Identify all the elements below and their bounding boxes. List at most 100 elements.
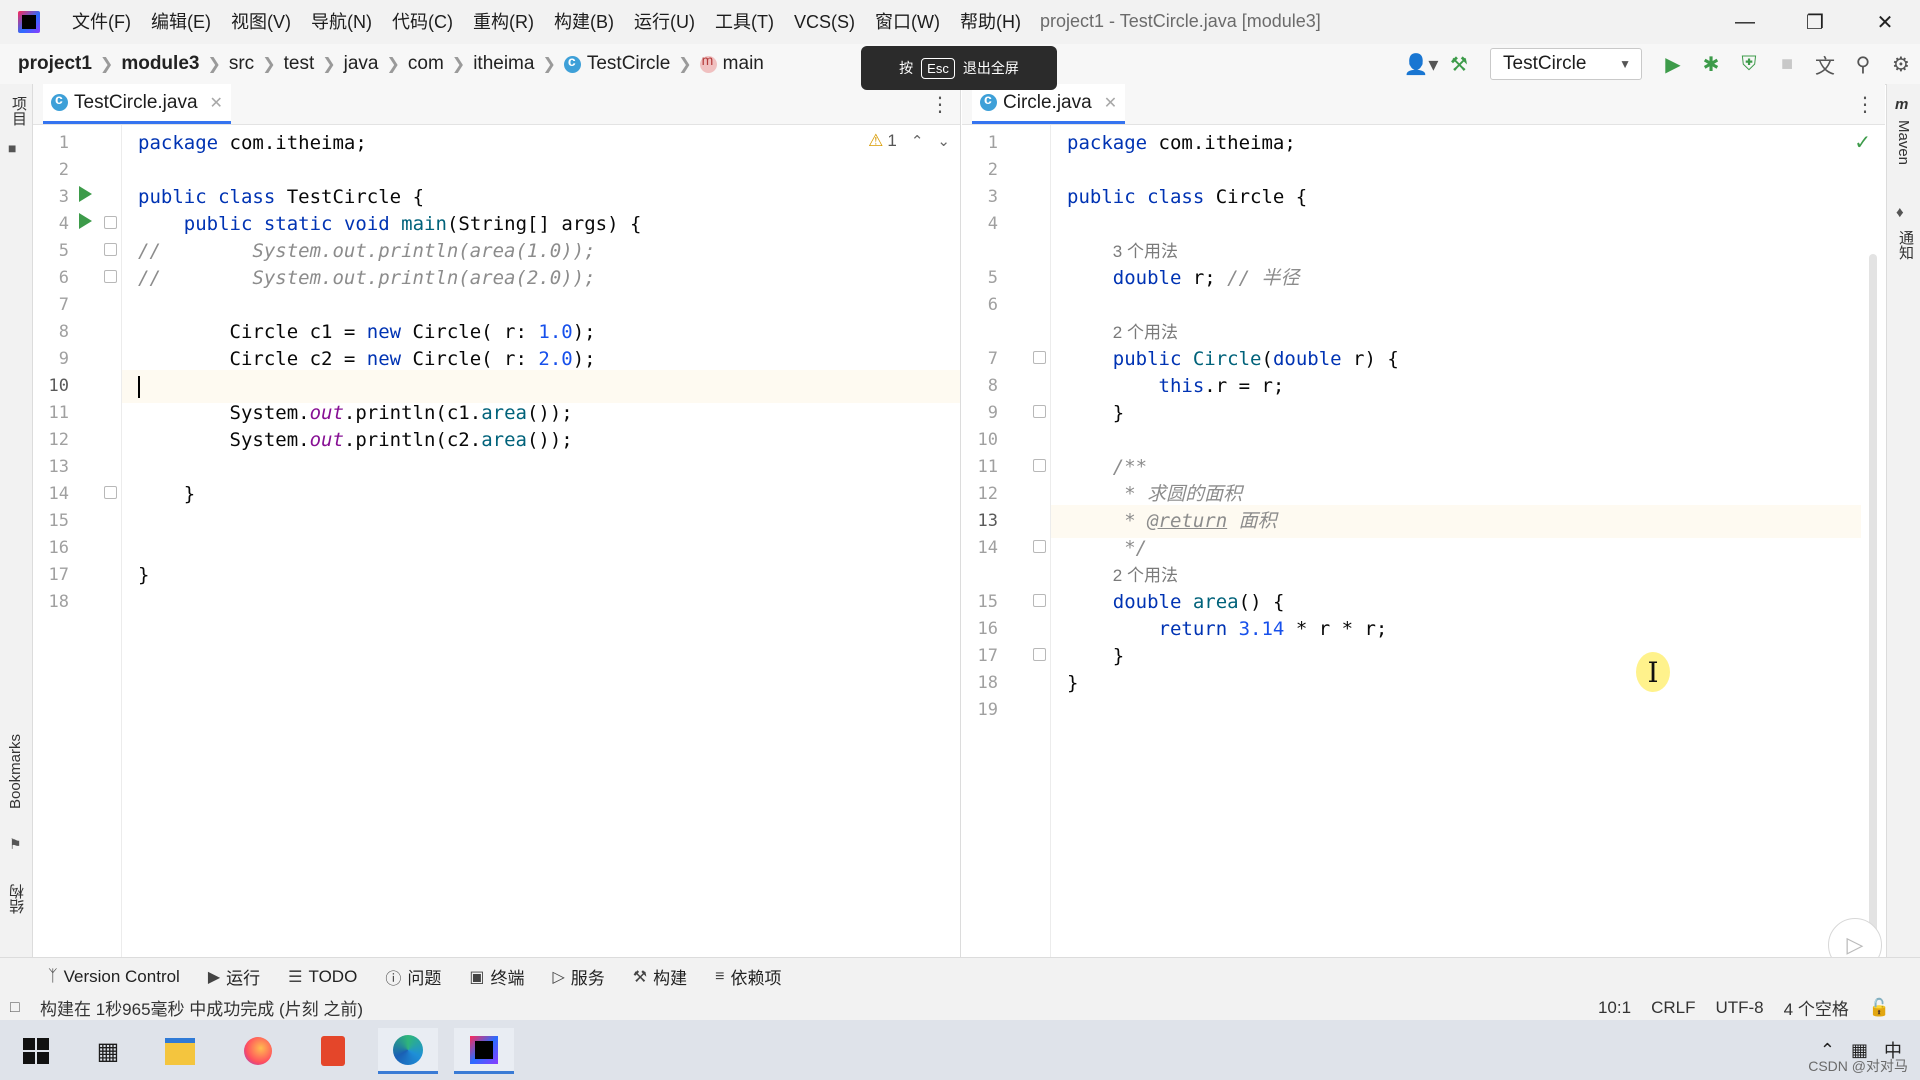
- close-tab-icon[interactable]: ✕: [1104, 93, 1117, 113]
- firefox-icon[interactable]: [228, 1028, 288, 1074]
- fold-marker-icon[interactable]: [1033, 351, 1046, 364]
- menu-refactor[interactable]: 重构(R): [463, 0, 544, 44]
- task-view-icon[interactable]: ▦: [78, 1028, 138, 1074]
- toolwindow-version-control[interactable]: ᛉ Version Control: [48, 967, 180, 987]
- right-code-area[interactable]: package com.itheima; public class Circle …: [1051, 125, 1861, 957]
- fold-marker-icon[interactable]: [1033, 540, 1046, 553]
- toolwindow-todo[interactable]: ☰ TODO: [288, 967, 357, 987]
- run-gutter-icon[interactable]: [79, 213, 92, 229]
- crumb-src[interactable]: src: [229, 53, 254, 75]
- menu-file[interactable]: 文件(F): [62, 0, 141, 44]
- menu-edit[interactable]: 编辑(E): [141, 0, 221, 44]
- toolwindow-terminal[interactable]: ▣ 终端: [469, 964, 524, 989]
- run-icon[interactable]: ▶: [1654, 44, 1692, 84]
- translate-icon[interactable]: 文: [1806, 44, 1844, 84]
- code-line[interactable]: [1051, 694, 1861, 727]
- close-window-icon[interactable]: ✕: [1850, 0, 1920, 44]
- menu-view[interactable]: 视图(V): [221, 0, 301, 44]
- menu-run[interactable]: 运行(U): [624, 0, 705, 44]
- office-icon[interactable]: [303, 1028, 363, 1074]
- list-icon: ☰: [288, 968, 303, 986]
- fold-marker-icon[interactable]: [1033, 405, 1046, 418]
- line-separator[interactable]: CRLF: [1651, 998, 1695, 1018]
- fold-marker-icon[interactable]: [104, 270, 117, 283]
- lock-icon[interactable]: 🔓: [1869, 998, 1890, 1018]
- fold-marker-icon[interactable]: [104, 486, 117, 499]
- indent-setting[interactable]: 4 个空格: [1784, 995, 1849, 1020]
- esc-key-label: Esc: [921, 57, 955, 79]
- notifications-tool-button[interactable]: 通知: [1895, 230, 1916, 260]
- intellij-logo-icon[interactable]: [18, 11, 40, 33]
- menu-tools[interactable]: 工具(T): [705, 0, 784, 44]
- tab-circle-java[interactable]: Circle.java ✕: [972, 84, 1126, 124]
- status-message[interactable]: 构建在 1秒965毫秒 中成功完成 (片刻 之前): [40, 995, 363, 1020]
- crumb-test[interactable]: test: [284, 53, 315, 75]
- build-hammer-icon[interactable]: ⚒: [1440, 44, 1478, 84]
- fold-marker-icon[interactable]: [1033, 648, 1046, 661]
- project-tool-button[interactable]: 项目: [8, 96, 29, 126]
- toolwindow-label: 服务: [570, 969, 605, 988]
- caret-position[interactable]: 10:1: [1598, 998, 1631, 1018]
- toolwindow-dependencies[interactable]: ≡ 依赖项: [715, 964, 781, 989]
- chevron-down-icon: ▼: [1619, 57, 1631, 71]
- windows-start-icon[interactable]: [6, 1028, 66, 1074]
- crumb-method[interactable]: main: [699, 52, 764, 75]
- coverage-icon[interactable]: ⛨: [1730, 44, 1768, 84]
- vertical-scrollbar[interactable]: [1869, 254, 1877, 984]
- tab-testcircle-java[interactable]: TestCircle.java ✕: [43, 84, 231, 124]
- status-widgets: 10:1 CRLF UTF-8 4 个空格 🔓: [1578, 995, 1890, 1020]
- minimize-icon[interactable]: —: [1710, 0, 1780, 44]
- debug-icon[interactable]: ✱: [1692, 44, 1730, 84]
- crumb-com[interactable]: com: [408, 53, 444, 75]
- stop-icon[interactable]: ■: [1768, 44, 1806, 84]
- fold-marker-icon[interactable]: [104, 243, 117, 256]
- toolwindow-services[interactable]: ▷ 服务: [552, 964, 604, 989]
- layout-icon[interactable]: □: [10, 999, 20, 1017]
- crumb-itheima[interactable]: itheima: [473, 53, 534, 75]
- menu-code[interactable]: 代码(C): [382, 0, 463, 44]
- menu-window[interactable]: 窗口(W): [865, 0, 950, 44]
- problems-icon: ⓘ: [385, 970, 402, 988]
- menu-help[interactable]: 帮助(H): [950, 0, 1031, 44]
- main-toolbar: 👤▾ ⚒ TestCircle ▼ ▶ ✱ ⛨ ■ 文 ⚲ ⚙: [1402, 44, 1920, 84]
- line-number: 6: [987, 295, 998, 315]
- edge-icon[interactable]: [378, 1028, 438, 1074]
- fold-marker-icon[interactable]: [1033, 459, 1046, 472]
- left-code-area[interactable]: package com.itheima; public class TestCir…: [122, 125, 960, 957]
- crumb-project[interactable]: project1: [18, 53, 92, 75]
- search-icon[interactable]: ⚲: [1844, 44, 1882, 84]
- crumb-module[interactable]: module3: [121, 53, 199, 75]
- user-icon[interactable]: 👤▾: [1402, 44, 1440, 84]
- tip-text: 退出全屏: [962, 60, 1019, 76]
- file-encoding[interactable]: UTF-8: [1715, 998, 1763, 1018]
- maven-tool-button[interactable]: Maven: [1895, 120, 1912, 165]
- text-cursor-icon: I: [1636, 652, 1670, 692]
- menu-navigate[interactable]: 导航(N): [301, 0, 382, 44]
- play-icon: ▶: [207, 968, 221, 986]
- menu-build[interactable]: 构建(B): [544, 0, 624, 44]
- folder-icon[interactable]: ■: [8, 140, 16, 156]
- services-icon: ▷: [552, 968, 565, 986]
- fold-marker-icon[interactable]: [104, 216, 117, 229]
- more-vertical-icon[interactable]: ⋮: [1855, 92, 1875, 117]
- settings-gear-icon[interactable]: ⚙: [1882, 44, 1920, 84]
- run-gutter-icon[interactable]: [79, 186, 92, 202]
- file-explorer-icon[interactable]: [150, 1028, 210, 1074]
- menu-bar: 文件(F) 编辑(E) 视图(V) 导航(N) 代码(C) 重构(R) 构建(B…: [62, 0, 1031, 44]
- structure-tool-button[interactable]: 结构: [7, 884, 28, 914]
- toolwindow-problems[interactable]: ⓘ 问题: [385, 964, 441, 989]
- toolwindow-build[interactable]: ⚒ 构建: [633, 964, 687, 989]
- intellij-taskbar-icon[interactable]: [454, 1028, 514, 1074]
- close-tab-icon[interactable]: ✕: [210, 93, 223, 113]
- layers-icon: ≡: [715, 967, 725, 985]
- fold-marker-icon[interactable]: [1033, 594, 1046, 607]
- crumb-java[interactable]: java: [344, 53, 379, 75]
- code-line[interactable]: [122, 586, 960, 619]
- menu-vcs[interactable]: VCS(S): [784, 0, 865, 44]
- toolwindow-run[interactable]: ▶ 运行: [208, 964, 260, 989]
- bookmarks-tool-button[interactable]: Bookmarks: [7, 734, 24, 809]
- more-vertical-icon[interactable]: ⋮: [930, 92, 950, 117]
- restore-icon[interactable]: ❐: [1780, 0, 1850, 44]
- crumb-class[interactable]: TestCircle: [563, 53, 670, 75]
- run-configuration-select[interactable]: TestCircle ▼: [1490, 48, 1642, 80]
